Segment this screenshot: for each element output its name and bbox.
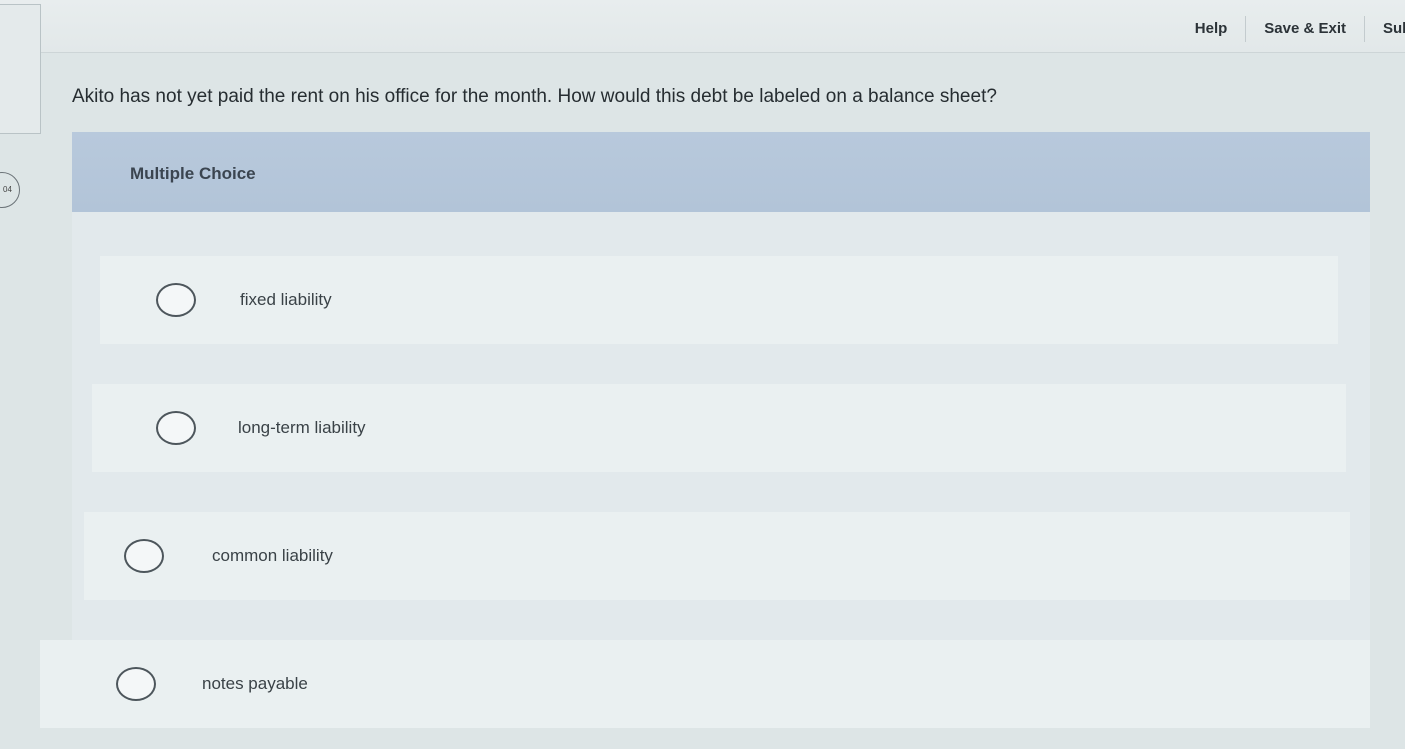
option-fixed-liability[interactable]: fixed liability (100, 256, 1338, 344)
option-common-liability[interactable]: common liability (84, 512, 1350, 600)
option-label: common liability (212, 546, 333, 565)
left-side-tab[interactable] (0, 4, 41, 134)
question-marker-text: 04 (3, 185, 12, 194)
option-long-term-liability[interactable]: long-term liability (92, 384, 1346, 472)
option-label: fixed liability (240, 290, 332, 309)
multiple-choice-header: Multiple Choice (72, 132, 1370, 212)
top-bar: Help Save & Exit Sub (0, 0, 1405, 53)
top-actions: Help Save & Exit Sub (1177, 16, 1405, 42)
question-text: Akito has not yet paid the rent on his o… (72, 86, 997, 107)
option-label: long-term liability (238, 418, 366, 437)
radio-button-icon[interactable] (116, 667, 156, 701)
save-exit-button[interactable]: Save & Exit (1245, 16, 1364, 42)
option-notes-payable[interactable]: notes payable (40, 640, 1370, 728)
radio-button-icon[interactable] (156, 411, 196, 445)
radio-button-icon[interactable] (124, 539, 164, 573)
multiple-choice-title: Multiple Choice (130, 164, 256, 183)
help-button[interactable]: Help (1177, 16, 1246, 42)
submit-button[interactable]: Sub (1364, 16, 1405, 42)
option-label: notes payable (202, 674, 308, 693)
radio-button-icon[interactable] (156, 283, 196, 317)
question-marker-icon: 04 (0, 172, 20, 208)
